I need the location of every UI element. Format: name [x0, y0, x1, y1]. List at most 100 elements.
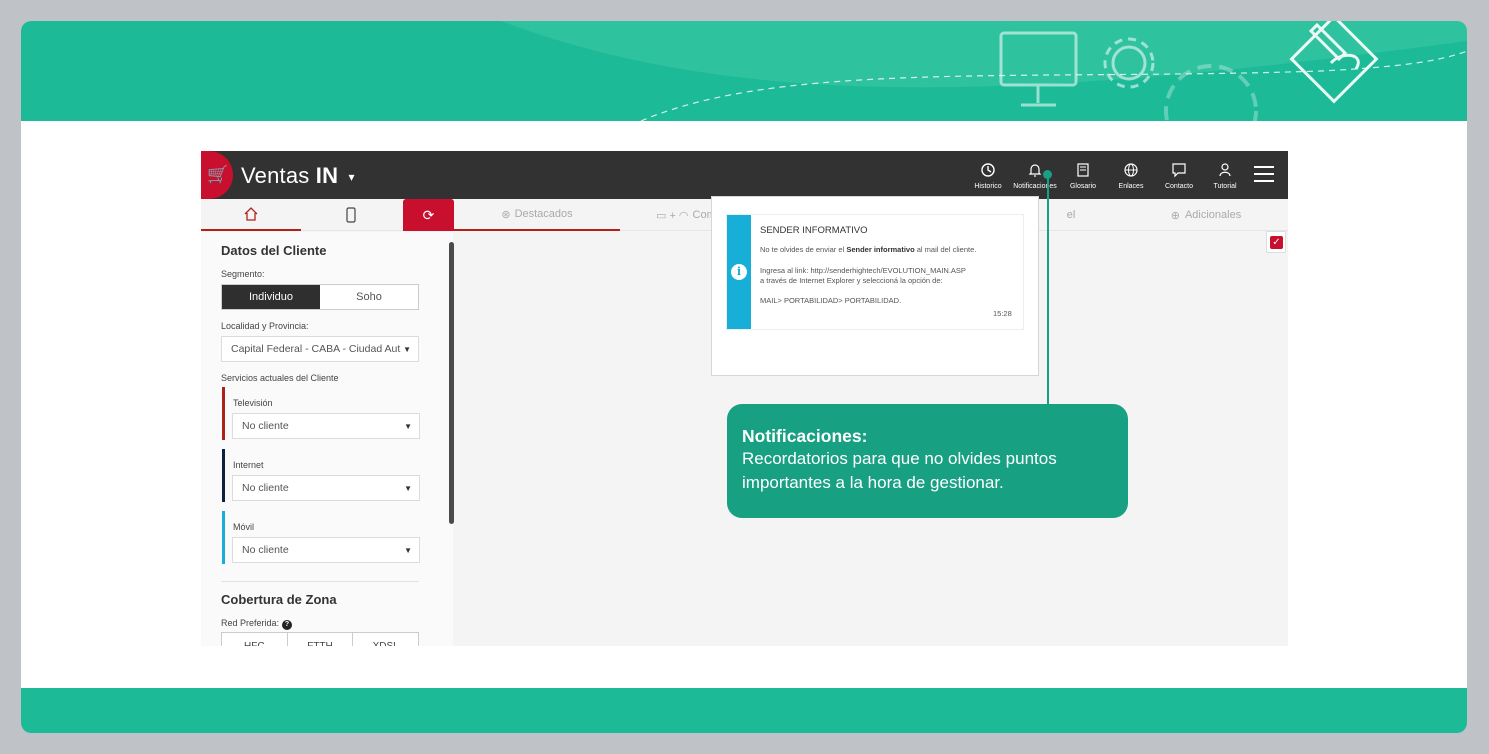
red-option-xdsl[interactable]: XDSL [353, 633, 418, 646]
notification-time: 15:28 [993, 309, 1012, 318]
internet-select[interactable]: No cliente ▼ [232, 475, 420, 501]
segmento-soho[interactable]: Soho [320, 285, 418, 309]
chat-icon [1172, 163, 1186, 178]
globe-icon [1124, 163, 1138, 177]
localidad-label: Localidad y Provincia: [221, 321, 309, 331]
callout-body-line1: Recordatorios para que no olvides puntos [742, 449, 1057, 468]
bell-icon [1028, 164, 1042, 177]
callout-title: Notificaciones: [742, 426, 868, 446]
nav-glosario[interactable]: Glosario [1058, 158, 1108, 190]
mobile-icon [346, 207, 356, 223]
tab-label: el [1066, 209, 1076, 221]
checkbox-widget[interactable]: ✓ [1266, 231, 1286, 253]
tab-home[interactable] [201, 199, 301, 231]
nav-tutorial[interactable]: Tutorial [1200, 158, 1250, 190]
tv-wifi-icon: ▭ + ◠ [656, 209, 689, 222]
tv-select[interactable]: No cliente ▼ [232, 413, 420, 439]
internet-value: No cliente [242, 482, 289, 494]
panel-scrollbar[interactable] [449, 242, 454, 524]
nav-label: Glosario [1069, 183, 1097, 190]
history-icon [981, 163, 995, 177]
dropdown-arrow-icon: ▼ [404, 422, 412, 431]
internet-accent [222, 449, 225, 502]
tab-destacados[interactable]: ⊛ Destacados [454, 199, 620, 231]
cart-badge[interactable]: 🛒 [201, 151, 233, 199]
red-label-text: Red Preferida: [221, 618, 280, 628]
tab-label: Adicionales [1184, 209, 1242, 221]
segmento-individuo[interactable]: Individuo [222, 285, 320, 309]
dropdown-arrow-icon: ▼ [404, 484, 412, 493]
tab-movil[interactable]: el [1056, 199, 1086, 231]
user-guide-icon [1219, 163, 1231, 177]
footer-band [21, 688, 1467, 733]
red-option-ftth[interactable]: FTTH [288, 633, 354, 646]
hamburger-menu-icon[interactable] [1254, 166, 1274, 184]
brand-bold: IN [315, 163, 339, 188]
callout-dot [1043, 170, 1052, 179]
red-option-hfc[interactable]: HFC [222, 633, 288, 646]
nav-contacto[interactable]: Contacto [1154, 158, 1204, 190]
section-divider [221, 581, 419, 582]
nav-label: Enlaces [1118, 183, 1144, 190]
notification-card[interactable]: i SENDER INFORMATIVO No te olvides de en… [726, 214, 1024, 330]
line1-post: al mail del cliente. [914, 245, 977, 254]
nav-label: Contacto [1164, 183, 1194, 190]
cart-icon: 🛒 [207, 165, 229, 184]
localidad-value: Capital Federal - CABA - Ciudad Aut [231, 343, 401, 355]
book-icon [1077, 163, 1089, 177]
notification-stripe: i [727, 215, 751, 329]
help-icon[interactable]: ? [282, 620, 293, 630]
info-icon: i [731, 264, 747, 280]
nav-notificaciones[interactable]: Notificaciones [1010, 158, 1060, 190]
notification-line4: MAIL> PORTABILIDAD> PORTABILIDAD. [760, 296, 902, 305]
nav-historico[interactable]: Historico [963, 158, 1013, 190]
movil-select[interactable]: No cliente ▼ [232, 537, 420, 563]
plus-circle-icon: ⊕ [1170, 209, 1180, 222]
dropdown-arrow-icon: ▼ [404, 546, 412, 555]
nav-label: Tutorial [1213, 183, 1237, 190]
notificaciones-callout: Notificaciones: Recordatorios para que n… [727, 404, 1128, 518]
localidad-select[interactable]: Capital Federal - CABA - Ciudad Aut ▼ [221, 336, 419, 362]
segmento-toggle: Individuo Soho [221, 284, 419, 310]
tv-accent [222, 387, 225, 440]
cobertura-title: Cobertura de Zona [221, 592, 337, 607]
movil-value: No cliente [242, 544, 289, 556]
tab-mobile[interactable] [301, 199, 401, 231]
nav-label: Historico [974, 183, 1002, 190]
check-icon: ✓ [1270, 236, 1283, 249]
nav-enlaces[interactable]: Enlaces [1106, 158, 1156, 190]
callout-body-line2: importantes a la hora de gestionar. [742, 473, 1004, 492]
refresh-icon: ⟳ [422, 206, 435, 223]
tab-adicionales[interactable]: ⊕ Adicionales [1156, 199, 1256, 231]
app-brand[interactable]: Ventas IN ▾ [241, 163, 355, 189]
red-options: HFC FTTH XDSL [221, 632, 419, 646]
notification-line1: No te olvides de enviar el Sender inform… [760, 245, 976, 254]
segmento-label: Segmento: [221, 269, 265, 279]
internet-label: Internet [233, 460, 264, 470]
brand-caret-icon: ▾ [348, 170, 355, 185]
header-band [21, 21, 1467, 121]
movil-accent [222, 511, 225, 564]
dropdown-arrow-icon: ▼ [403, 345, 411, 354]
line1-bold: Sender informativo [846, 245, 915, 254]
movil-label: Móvil [233, 522, 255, 532]
callout-connector [1047, 176, 1049, 405]
notification-title: SENDER INFORMATIVO [760, 225, 868, 236]
star-icon: ⊛ [501, 208, 511, 221]
servicios-label: Servicios actuales del Cliente [221, 373, 339, 383]
tv-label: Televisión [233, 398, 273, 408]
section-title: Datos del Cliente [221, 243, 327, 258]
home-icon [244, 207, 258, 221]
client-panel: Datos del Cliente Segmento: Individuo So… [201, 232, 453, 646]
nav-label: Notificaciones [1013, 183, 1057, 190]
tab-label: Destacados [514, 208, 573, 220]
tab-refresh[interactable]: ⟳ [403, 199, 454, 231]
tv-value: No cliente [242, 420, 289, 432]
notification-line2: Ingresa al link: http://senderhightech/E… [760, 266, 966, 275]
notification-line3: a través de Internet Explorer y seleccio… [760, 276, 943, 285]
red-preferida-label: Red Preferida:? [221, 618, 293, 630]
notifications-dropdown: i SENDER INFORMATIVO No te olvides de en… [711, 196, 1039, 376]
line1-pre: No te olvides de enviar el [760, 245, 847, 254]
header-decoration [501, 21, 1467, 121]
brand-light: Ventas [241, 163, 310, 188]
